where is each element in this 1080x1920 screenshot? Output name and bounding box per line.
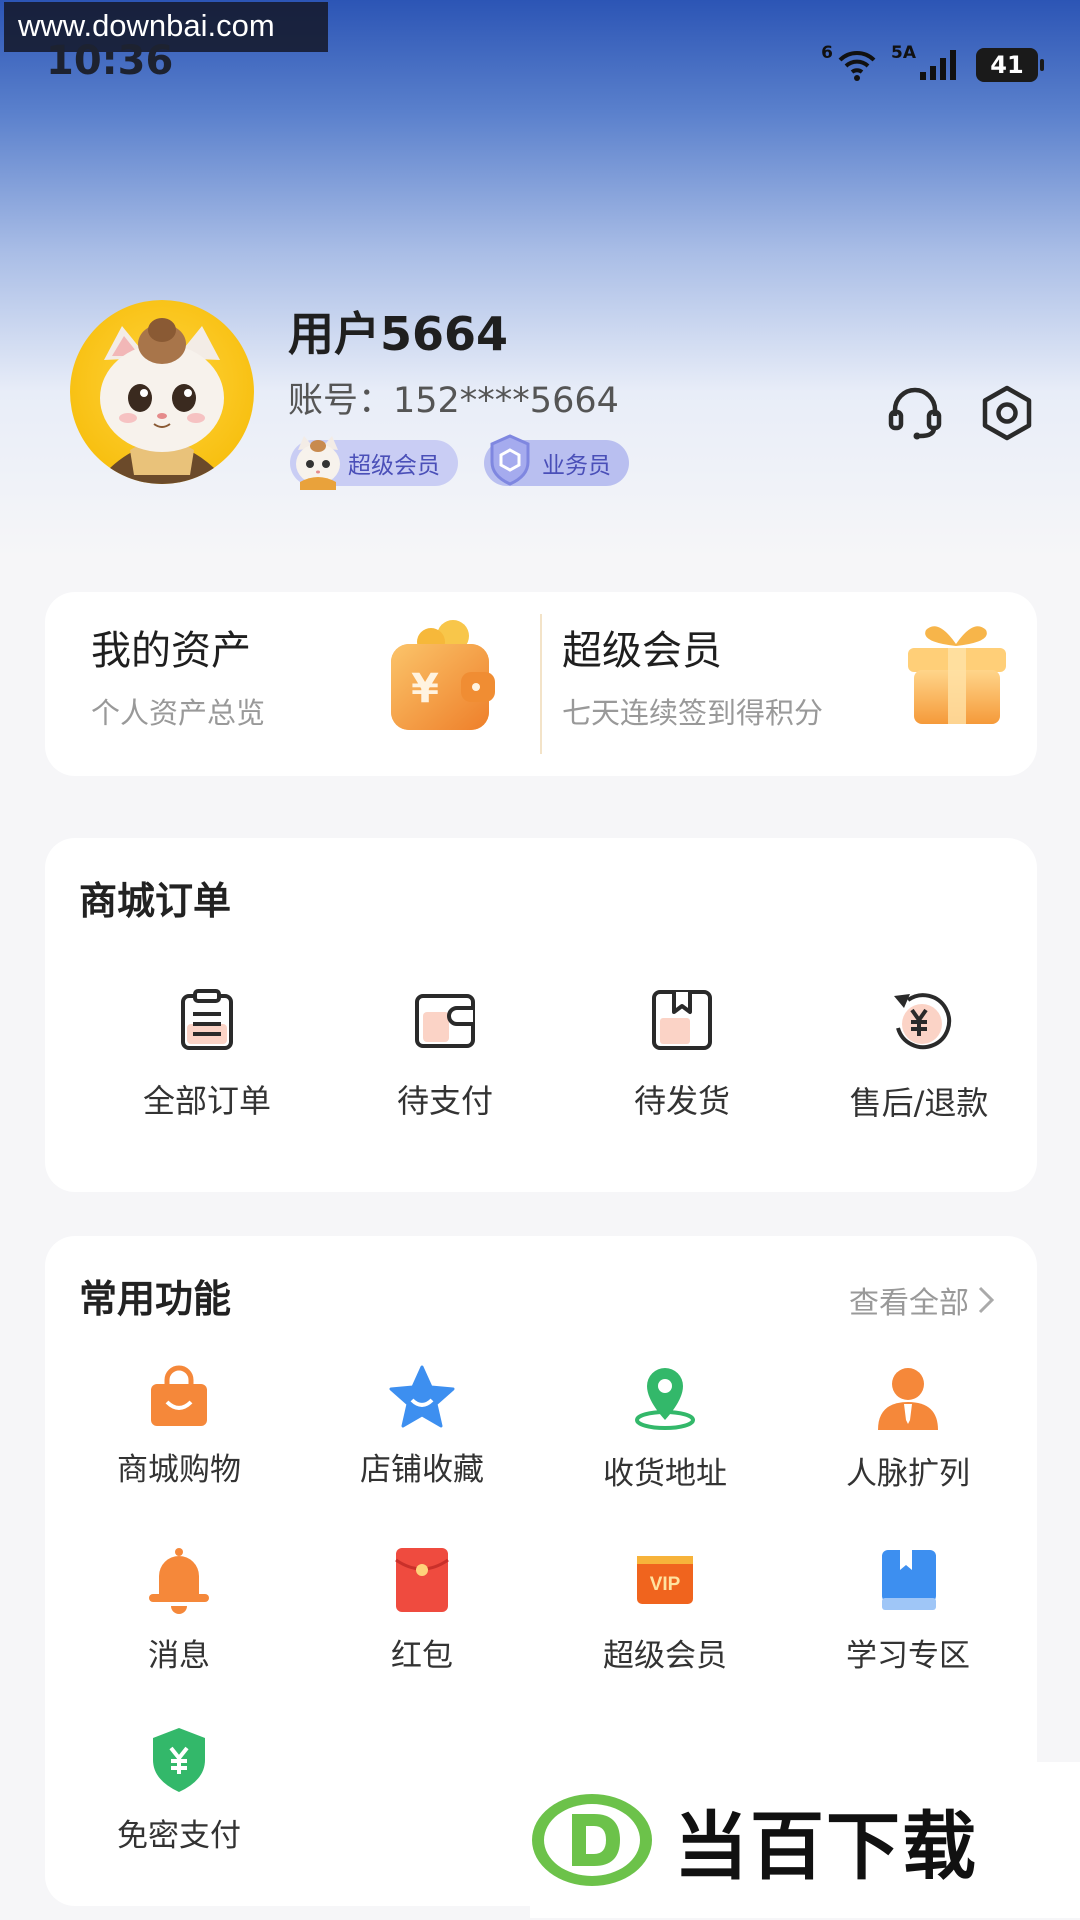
view-all-label: 查看全部: [849, 1286, 969, 1321]
watermark-bottom-text: 当百下载: [674, 1803, 978, 1890]
watermark-bottom: 当百下载: [530, 1762, 1080, 1918]
wifi-icon: [838, 50, 876, 81]
cat-avatar-icon: [100, 318, 224, 484]
func-label: 消息: [148, 1638, 210, 1674]
username: 用户5664: [288, 307, 509, 361]
svg-text:¥: ¥: [411, 666, 439, 712]
func-label: 红包: [391, 1638, 453, 1674]
mall-orders-card: 商城订单 全部订单 待支付 待发货 售后/退款: [45, 838, 1037, 1192]
func-label: 超级会员: [603, 1638, 727, 1674]
view-all-link[interactable]: 查看全部: [849, 1278, 995, 1322]
settings-icon[interactable]: [978, 384, 1036, 442]
order-all-label: 全部订单: [142, 1082, 271, 1120]
cat-badge-icon: [296, 436, 340, 490]
order-pending-shipment-label: 待发货: [633, 1082, 730, 1120]
super-member-entry[interactable]: 超级会员 七天连续签到得积分: [542, 592, 1037, 776]
svg-text:VIP: VIP: [650, 1574, 681, 1595]
badge-label: 业务员: [542, 453, 611, 479]
book-icon: [882, 1550, 936, 1610]
super-member-subtitle: 七天连续签到得积分: [562, 696, 824, 730]
order-pending-shipment[interactable]: 待发货: [572, 988, 792, 1122]
bell-icon: [149, 1548, 209, 1614]
functions-title: 常用功能: [79, 1277, 232, 1321]
battery-level: 41: [990, 51, 1024, 79]
order-after-sales-label: 售后/退款: [849, 1084, 989, 1122]
account-number: 账号：152****5664: [288, 381, 619, 421]
super-member-badge[interactable]: 超级会员: [290, 436, 458, 490]
shopping-bag-icon: [151, 1365, 207, 1426]
func-mall-shopping[interactable]: 商城购物: [79, 1364, 279, 1489]
battery-icon: 41: [976, 48, 1044, 82]
func-label: 收货地址: [603, 1456, 727, 1492]
func-label: 人脉扩列: [846, 1456, 970, 1492]
star-icon: [389, 1365, 455, 1428]
wallet-outline-icon: [415, 994, 475, 1048]
func-messages[interactable]: 消息: [79, 1546, 279, 1675]
shield-yuan-icon: [153, 1728, 205, 1792]
gift-box-icon: [908, 626, 1006, 724]
func-label: 免密支付: [117, 1818, 241, 1854]
super-member-title: 超级会员: [562, 628, 722, 674]
status-time: 10:36: [46, 38, 174, 84]
order-after-sales[interactable]: 售后/退款: [809, 988, 1029, 1124]
func-password-free-pay[interactable]: 免密支付: [79, 1726, 279, 1855]
orders-title: 商城订单: [79, 879, 232, 923]
downbai-logo-icon: [532, 1794, 652, 1886]
func-super-member[interactable]: VIP 超级会员: [565, 1546, 765, 1675]
person-icon: [878, 1368, 938, 1430]
func-label: 商城购物: [117, 1452, 241, 1488]
signal-icon: [920, 50, 956, 80]
func-shipping-address[interactable]: 收货地址: [565, 1364, 765, 1493]
order-pending-payment-label: 待支付: [396, 1082, 493, 1120]
location-pin-icon: [635, 1368, 695, 1430]
assets-subtitle: 个人资产总览: [91, 696, 266, 730]
assets-card: 我的资产 个人资产总览 ¥ 超级会员 七天连续签到得积分: [45, 592, 1037, 776]
avatar[interactable]: [70, 300, 254, 484]
salesperson-badge[interactable]: 业务员: [484, 434, 629, 486]
order-all[interactable]: 全部订单: [97, 988, 317, 1122]
vip-card-icon: VIP: [637, 1556, 693, 1604]
headset-icon[interactable]: [886, 384, 944, 442]
package-box-icon: [652, 990, 712, 1050]
chevron-right-icon: [978, 1286, 995, 1314]
wallet-icon: ¥: [391, 620, 495, 730]
func-study-zone[interactable]: 学习专区: [808, 1546, 1008, 1675]
badge-row: 超级会员 业务员: [290, 434, 629, 490]
func-contacts[interactable]: 人脉扩列: [808, 1364, 1008, 1493]
signal-label: 5A: [891, 43, 916, 63]
status-icons: 6 5A 41: [821, 42, 1044, 88]
func-store-favorites[interactable]: 店铺收藏: [322, 1364, 522, 1489]
refund-icon: [894, 993, 952, 1050]
wifi-label: 6: [821, 43, 833, 63]
my-assets-entry[interactable]: 我的资产 个人资产总览 ¥: [45, 592, 539, 776]
func-label: 店铺收藏: [360, 1452, 484, 1488]
clipboard-list-icon: [181, 989, 233, 1050]
assets-title: 我的资产: [91, 628, 251, 674]
red-envelope-icon: [395, 1548, 449, 1612]
func-red-packet[interactable]: 红包: [322, 1546, 522, 1675]
order-pending-payment[interactable]: 待支付: [335, 988, 555, 1122]
func-label: 学习专区: [846, 1638, 970, 1674]
badge-label: 超级会员: [348, 453, 440, 479]
shield-badge-icon: [490, 434, 530, 486]
